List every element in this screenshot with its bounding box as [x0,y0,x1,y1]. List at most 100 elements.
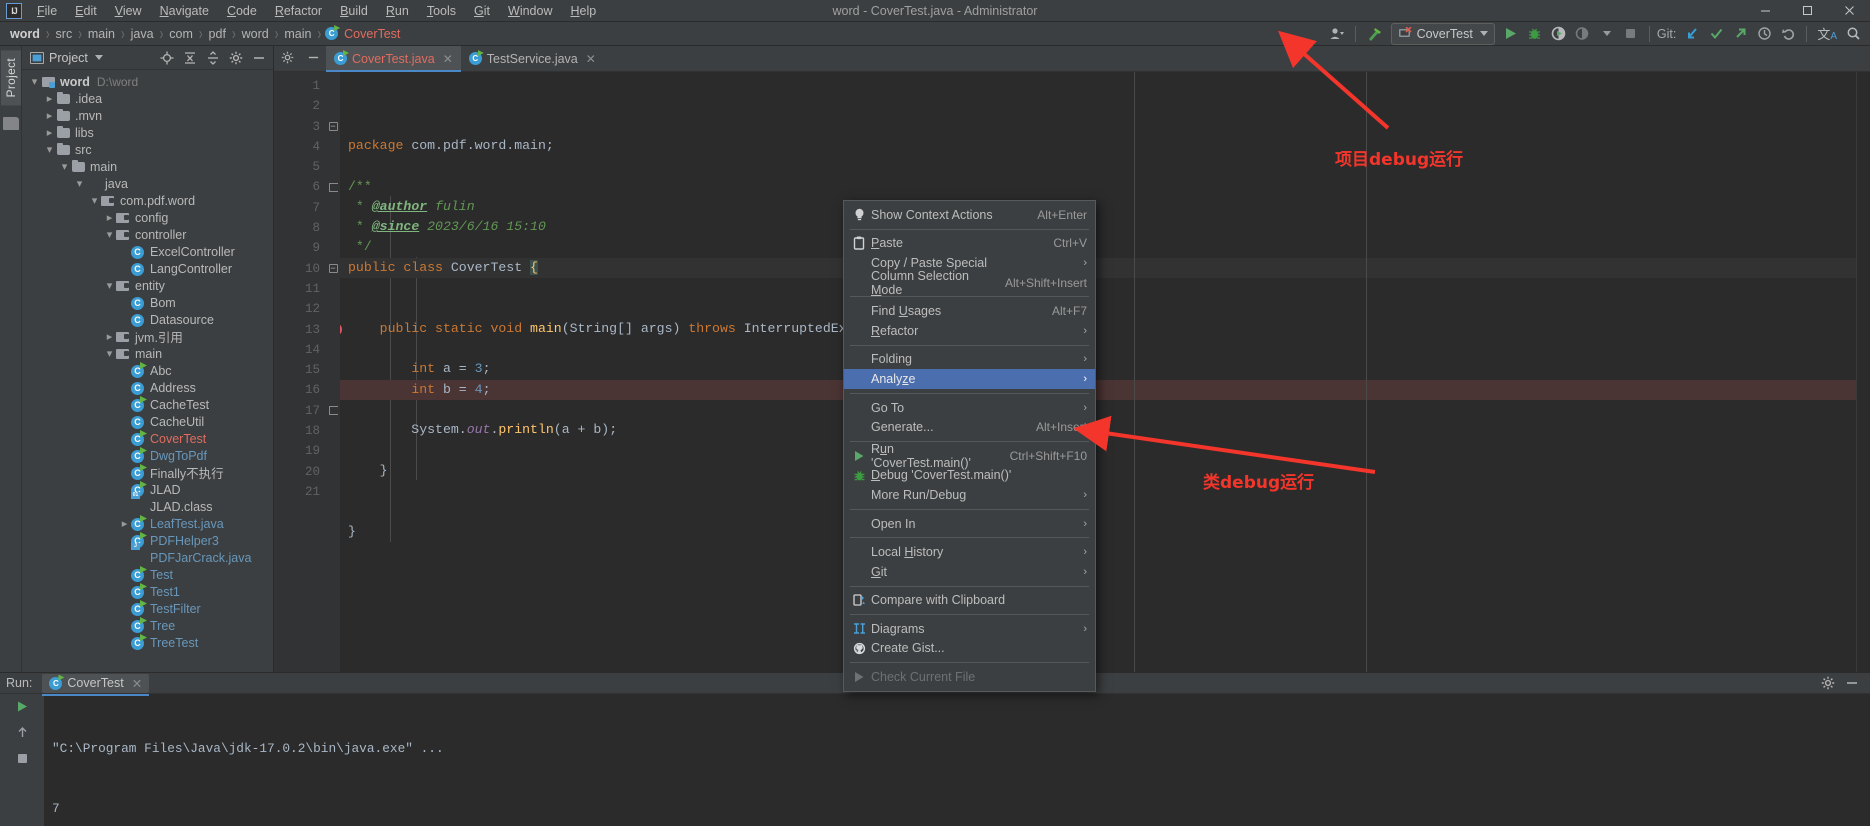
tree-item-jlad[interactable]: C JLAD [22,481,273,498]
tree-item-cacheutil[interactable]: C CacheUtil [22,413,273,430]
fold-marker[interactable] [326,198,340,218]
tree-item-jvm[interactable]: jvm.引用 [22,328,273,345]
menu-item-debug-covertest-main[interactable]: Debug 'CoverTest.main()' [844,466,1095,486]
menu-item-folding[interactable]: Folding › [844,350,1095,370]
menu-item-find-usages[interactable]: Find Usages Alt+F7 [844,301,1095,321]
rerun-icon[interactable] [16,700,29,716]
menu-build[interactable]: Build [331,2,377,20]
code-line[interactable] [340,156,1870,176]
gear-icon[interactable] [226,48,246,68]
hide-panel-icon[interactable] [1842,673,1862,693]
tree-item-config[interactable]: config [22,209,273,226]
line-number[interactable]: 16 [274,380,326,400]
fold-marker[interactable] [326,137,340,157]
rollback-icon[interactable] [1777,23,1799,45]
tree-item-test1[interactable]: C Test1 [22,583,273,600]
fold-marker[interactable] [326,279,340,299]
line-number[interactable]: 12 [274,299,326,319]
breadcrumb-current-file[interactable]: CoverTest [342,27,402,41]
line-number[interactable]: 21 [274,482,326,502]
git-push-button[interactable] [1729,23,1751,45]
tree-expand-arrow[interactable] [73,177,86,190]
fold-marker[interactable] [326,441,340,461]
close-icon[interactable]: ✕ [132,676,142,691]
line-number[interactable]: 14 [274,340,326,360]
code-line[interactable]: } [340,522,1870,542]
git-commit-button[interactable] [1705,23,1727,45]
menu-item-paste[interactable]: Paste Ctrl+V [844,234,1095,254]
tree-expand-arrow[interactable] [103,347,116,360]
menu-item-git[interactable]: Git › [844,562,1095,582]
fold-marker[interactable] [326,157,340,177]
chevron-down-icon[interactable] [1596,23,1618,45]
scroll-up-icon[interactable] [16,726,29,742]
tree-item-main[interactable]: main [22,158,273,175]
line-number[interactable]: 1 [274,76,326,96]
code-line[interactable]: public static void main(String[] args) t… [340,319,1870,339]
tree-item-src[interactable]: src [22,141,273,158]
line-number[interactable]: 20 [274,462,326,482]
code-line[interactable] [340,278,1870,298]
menu-navigate[interactable]: Navigate [151,2,218,20]
tree-item-finally[interactable]: C Finally不执行 [22,464,273,481]
code-line[interactable] [340,440,1870,460]
tree-item-idea[interactable]: .idea [22,90,273,107]
breadcrumb-item-5[interactable]: pdf [207,27,228,41]
run-with-coverage-button[interactable] [1548,23,1570,45]
build-hammer-icon[interactable] [1363,23,1386,45]
tree-item-libs[interactable]: libs [22,124,273,141]
code-line[interactable] [340,481,1870,501]
code-line[interactable] [340,400,1870,420]
code-line[interactable]: * @since 2023/6/16 15:10 [340,217,1870,237]
fold-marker[interactable] [326,340,340,360]
hide-panel-icon[interactable] [249,48,269,68]
breadcrumb-item-4[interactable]: com [167,27,195,41]
git-update-project-button[interactable] [1681,23,1703,45]
menu-item-more-run-debug[interactable]: More Run/Debug › [844,485,1095,505]
breadcrumb-item-2[interactable]: main [86,27,117,41]
tree-item-langcontroller[interactable]: C LangController [22,260,273,277]
line-number[interactable]: 10 [274,259,340,279]
code-line[interactable]: * @author fulin [340,197,1870,217]
tree-expand-arrow[interactable] [43,126,56,139]
code-line[interactable]: int b = 4; [340,379,1870,400]
line-number[interactable]: 8 [274,218,326,238]
menu-view[interactable]: View [106,2,151,20]
code-line[interactable]: System.out.println(a + b); [340,420,1870,440]
tree-item-entity[interactable]: entity [22,277,273,294]
menu-item-column-selection-mode[interactable]: Column Selection Mode Alt+Shift+Insert [844,269,1095,297]
tree-item-treetest[interactable]: C TreeTest [22,634,273,651]
breadcrumb-item-3[interactable]: java [129,27,156,41]
menu-item-run-covertest-main[interactable]: Run 'CoverTest.main()' Ctrl+Shift+F10 [844,442,1095,470]
breadcrumb-item-6[interactable]: word [240,27,271,41]
profiler-button[interactable] [1572,23,1594,45]
tree-item-abc[interactable]: C Abc [22,362,273,379]
code-line[interactable]: } [340,461,1870,481]
line-number[interactable]: 3 [274,117,326,137]
run-configuration-selector[interactable]: CoverTest [1390,22,1495,45]
debug-button[interactable] [1524,23,1546,45]
line-number[interactable]: 9 [274,238,326,258]
menu-item-analyze[interactable]: Analyze › [844,369,1095,389]
menu-item-compare-with-clipboard[interactable]: Compare with Clipboard [844,591,1095,611]
tree-item-address[interactable]: C Address [22,379,273,396]
tree-item-leaftest-java[interactable]: C LeafTest.java [22,515,273,532]
close-button[interactable] [1828,0,1870,22]
tree-expand-arrow[interactable] [103,228,116,241]
locate-file-icon[interactable] [157,48,177,68]
run-button[interactable] [1500,23,1522,45]
tree-item-java[interactable]: java [22,175,273,192]
line-number[interactable]: 5 [274,157,326,177]
fold-marker[interactable] [326,76,340,96]
menu-item-show-context-actions[interactable]: Show Context Actions Alt+Enter [844,205,1095,225]
tree-item-excelcontroller[interactable]: C ExcelController [22,243,273,260]
editor-tab-testservice[interactable]: C TestService.java ✕ [461,46,604,71]
tree-item-bom[interactable]: C Bom [22,294,273,311]
code-line[interactable]: public class CoverTest { [340,257,1870,279]
chevron-down-icon[interactable] [94,55,103,60]
line-number[interactable]: 11 [274,279,326,299]
line-number[interactable]: 15 [274,360,326,380]
breadcrumb-item-7[interactable]: main [282,27,313,41]
menu-window[interactable]: Window [499,2,561,20]
menu-help[interactable]: Help [561,2,605,20]
